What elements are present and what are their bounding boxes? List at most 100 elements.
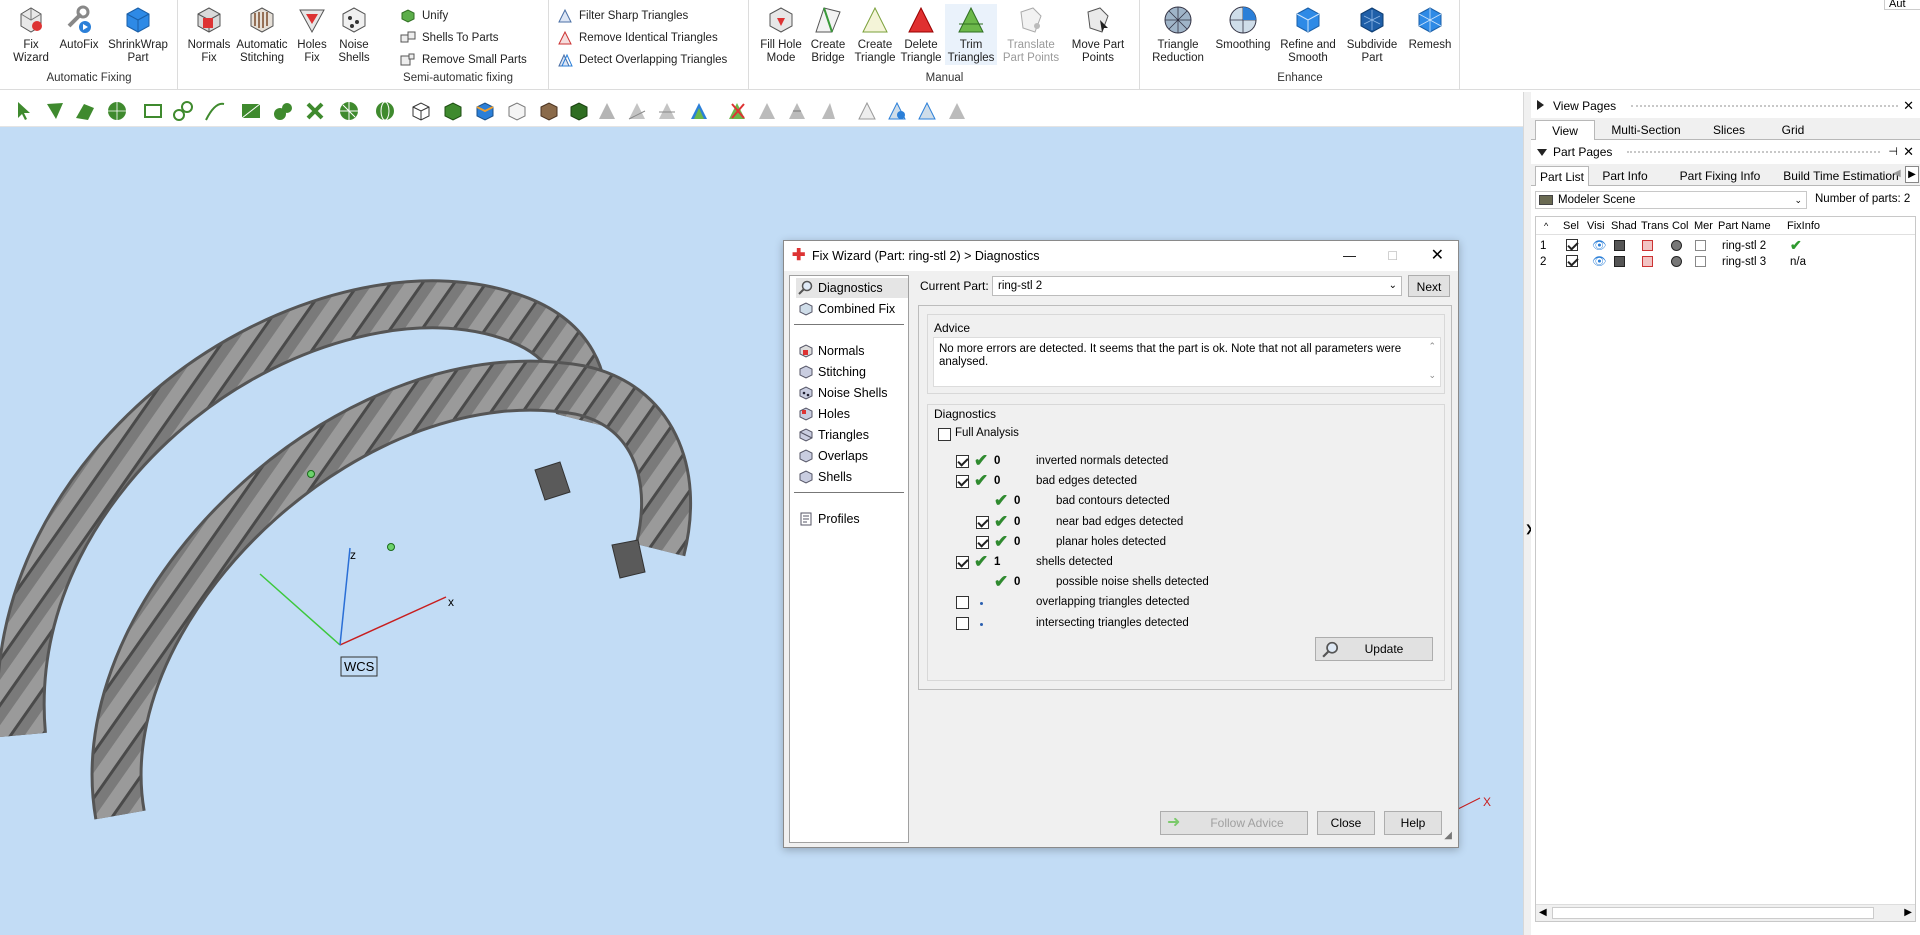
triangle-grey-c-icon[interactable]	[816, 100, 838, 122]
close-button[interactable]: Close	[1317, 811, 1375, 835]
smoothing-button[interactable]: Smoothing	[1212, 4, 1274, 52]
remesh-button[interactable]: Remesh	[1404, 4, 1456, 52]
control-point-2[interactable]	[387, 543, 395, 551]
user-account-corner[interactable]: Aut	[1884, 0, 1920, 10]
select-arrow-icon[interactable]	[14, 100, 36, 122]
tab-part-list[interactable]: Part List	[1535, 166, 1589, 186]
nav-profiles[interactable]: Profiles	[796, 509, 908, 529]
minimize-icon[interactable]: —	[1343, 241, 1356, 271]
full-analysis-checkbox[interactable]	[938, 428, 951, 441]
diagnostic-checkbox[interactable]	[956, 596, 969, 610]
diagnostic-checkbox[interactable]	[956, 556, 969, 569]
unify-button[interactable]: Unify	[400, 7, 448, 25]
triangle-grey-d-icon[interactable]	[946, 100, 968, 122]
mesh-icon[interactable]	[1695, 256, 1706, 267]
triangle-grey-b-icon[interactable]	[786, 100, 808, 122]
diagnostic-checkbox[interactable]	[956, 455, 969, 468]
diagnostic-checkbox[interactable]	[956, 475, 969, 489]
cube-green-icon[interactable]	[442, 100, 464, 122]
select-wheel-icon[interactable]	[338, 100, 360, 122]
maximize-icon[interactable]: ☐	[1387, 241, 1398, 271]
current-part-select[interactable]: ring-stl 2 ⌄	[992, 276, 1402, 296]
filter-triangle-grey-icon[interactable]	[596, 100, 618, 122]
panel-splitter[interactable]: ❯	[1523, 92, 1533, 935]
nav-noise-shells[interactable]: Noise Shells	[796, 383, 908, 403]
col-part-name[interactable]: Part Name	[1718, 217, 1771, 235]
dialog-titlebar[interactable]: ✚ Fix Wizard (Part: ring-stl 2) > Diagno…	[784, 241, 1458, 271]
col-visi[interactable]: Visi	[1587, 217, 1605, 235]
tab-part-info[interactable]: Part Info	[1593, 166, 1657, 186]
advice-text-box[interactable]: No more errors are detected. It seems th…	[933, 337, 1441, 387]
detect-overlapping-triangles-button[interactable]: Detect Overlapping Triangles	[557, 51, 727, 69]
close-icon[interactable]: ✕	[1903, 96, 1914, 116]
col-sel[interactable]: Sel	[1563, 217, 1579, 235]
create-triangle-button[interactable]: Create Triangle	[853, 4, 897, 65]
noise-shells-button[interactable]: Noise Shells	[334, 4, 374, 65]
autofix-button[interactable]: AutoFix	[56, 4, 102, 52]
normals-fix-button[interactable]: Normals Fix	[186, 4, 232, 65]
scene-select[interactable]: Modeler Scene ⌄	[1535, 191, 1807, 209]
table-row[interactable]: 2 👁 ring-stl 3 n/a	[1540, 254, 1910, 270]
control-point-1[interactable]	[307, 470, 315, 478]
tab-scroll-left-icon[interactable]: ◀	[1893, 168, 1901, 179]
remove-small-parts-button[interactable]: Remove Small Parts	[400, 51, 527, 69]
select-brush-icon[interactable]	[172, 100, 194, 122]
translate-part-points-button[interactable]: Translate Part Points	[999, 4, 1063, 65]
triangle-grey-a-icon[interactable]	[756, 100, 778, 122]
eye-icon[interactable]: 👁	[1592, 254, 1607, 270]
diagnostic-checkbox[interactable]	[956, 616, 969, 630]
nav-holes[interactable]: Holes	[796, 404, 908, 424]
select-surface-icon[interactable]	[74, 100, 96, 122]
select-triangle-icon[interactable]	[44, 100, 66, 122]
mesh-icon[interactable]	[1695, 240, 1706, 251]
row-select-checkbox[interactable]	[1566, 255, 1578, 267]
nav-diagnostics[interactable]: Diagnostics	[796, 278, 908, 298]
nav-stitching[interactable]: Stitching	[796, 362, 908, 382]
remove-identical-triangles-button[interactable]: Remove Identical Triangles	[557, 29, 718, 47]
diagnostic-checkbox[interactable]	[976, 515, 989, 529]
triangle-blue-a-icon[interactable]	[886, 100, 908, 122]
color-icon[interactable]	[1671, 240, 1682, 251]
resize-grip-icon[interactable]: ◢	[1444, 830, 1452, 841]
select-flower-icon[interactable]	[304, 100, 326, 122]
shells-to-parts-button[interactable]: Shells To Parts	[400, 29, 499, 47]
triangle-reduction-button[interactable]: Triangle Reduction	[1146, 4, 1210, 65]
holes-fix-button[interactable]: Holes Fix	[292, 4, 332, 65]
cube-white-icon[interactable]	[506, 100, 528, 122]
col-trans[interactable]: Trans	[1641, 217, 1669, 235]
tab-grid[interactable]: Grid	[1767, 120, 1819, 140]
nav-triangles[interactable]: Triangles	[796, 425, 908, 445]
triangle-blue-b-icon[interactable]	[916, 100, 938, 122]
scroll-up-icon[interactable]: ⌃	[1428, 340, 1436, 353]
triangle-outline-icon[interactable]	[856, 100, 878, 122]
view-pages-header[interactable]: View Pages ✕	[1531, 96, 1920, 116]
color-icon[interactable]	[1671, 256, 1682, 267]
nav-normals[interactable]: Normals	[796, 341, 908, 361]
nav-combined-fix[interactable]: Combined Fix	[796, 299, 908, 319]
fix-wizard-button[interactable]: Fix Wizard	[6, 4, 56, 65]
transparency-icon[interactable]	[1642, 256, 1653, 267]
next-button[interactable]: Next	[1408, 275, 1450, 297]
select-connected-icon[interactable]	[272, 100, 294, 122]
move-part-points-button[interactable]: Move Part Points	[1067, 4, 1129, 65]
nav-shells[interactable]: Shells	[796, 467, 908, 487]
tab-build-time-estimation[interactable]: Build Time Estimation	[1781, 166, 1901, 186]
select-box-icon[interactable]	[142, 100, 164, 122]
create-bridge-button[interactable]: Create Bridge	[807, 4, 849, 65]
row-select-checkbox[interactable]	[1566, 239, 1578, 251]
help-button[interactable]: Help	[1384, 811, 1442, 835]
select-plane-icon[interactable]	[240, 100, 262, 122]
close-icon[interactable]: ✕	[1903, 142, 1914, 162]
diagnostic-checkbox[interactable]	[976, 535, 989, 549]
col-fixinfo[interactable]: FixInfo	[1787, 217, 1820, 235]
cube-brown-icon[interactable]	[538, 100, 560, 122]
shade-icon[interactable]	[1614, 256, 1625, 267]
cube-orange-icon[interactable]	[474, 100, 496, 122]
refine-and-smooth-button[interactable]: Refine and Smooth	[1276, 4, 1340, 65]
delete-red-triangle-icon[interactable]	[726, 100, 748, 122]
tab-slices[interactable]: Slices	[1697, 120, 1761, 140]
follow-advice-button[interactable]: ➜ Follow Advice	[1160, 811, 1308, 835]
tab-scroll-right-icon[interactable]: ▶	[1905, 166, 1919, 183]
horizontal-scrollbar[interactable]: ◀ ▶	[1536, 904, 1915, 921]
select-sphere-icon[interactable]	[374, 100, 396, 122]
